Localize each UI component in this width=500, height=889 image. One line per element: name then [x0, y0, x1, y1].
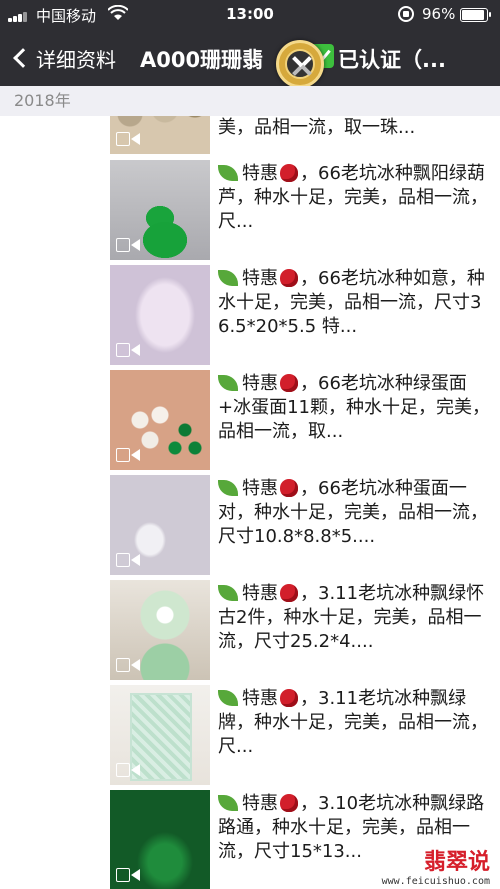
- leaf-emoji-icon: [218, 585, 238, 601]
- video-icon: [116, 868, 142, 882]
- rose-emoji-icon: [280, 584, 298, 602]
- orientation-lock-icon: [398, 6, 414, 22]
- item-text: 特惠 ，3.11老坑冰种飘绿牌，种水十足，完美，品相一流，尺...: [218, 688, 488, 757]
- item-text: 特惠 ，66老坑冰种如意，种水十足，完美，品相一流，尺寸36.5*20*5.5 特…: [218, 268, 485, 337]
- rose-emoji-icon: [280, 794, 298, 812]
- watermark-title: 翡翠说: [423, 850, 490, 875]
- leaf-emoji-icon: [218, 165, 238, 181]
- video-icon: [116, 658, 142, 672]
- video-icon: [116, 553, 142, 567]
- list-item[interactable]: 特惠 ，66老坑冰种如意，种水十足，完美，品相一流，尺寸36.5*20*5.5 特…: [110, 265, 500, 365]
- rose-emoji-icon: [280, 269, 298, 287]
- compass-icon[interactable]: [276, 40, 324, 88]
- list-item[interactable]: 特惠 ，3.11老坑冰种飘绿怀古2件，种水十足，完美，品相一流，尺寸25.2*4.…: [110, 580, 500, 680]
- watermark: 翡翠说 www.feicuishuo.com: [382, 844, 490, 887]
- video-thumbnail[interactable]: [110, 116, 210, 154]
- video-thumbnail[interactable]: [110, 370, 210, 470]
- back-button[interactable]: 详细资料: [8, 40, 116, 76]
- rose-emoji-icon: [280, 374, 298, 392]
- item-text: 特惠 ，3.11老坑冰种飘绿怀古2件，种水十足，完美，品相一流，尺寸25.2*4.…: [218, 583, 485, 652]
- video-thumbnail[interactable]: [110, 160, 210, 260]
- list-item[interactable]: 特惠 ，66老坑冰种飘阳绿葫芦，种水十足，完美，品相一流，尺...: [110, 160, 500, 260]
- battery-icon: [460, 8, 491, 22]
- list-item[interactable]: 特惠 ，3.11老坑冰种飘绿牌，种水十足，完美，品相一流，尺...: [110, 685, 500, 785]
- video-thumbnail[interactable]: [110, 475, 210, 575]
- rose-emoji-icon: [280, 689, 298, 707]
- video-icon: [116, 238, 142, 252]
- page-title: A000珊珊翡: [140, 48, 264, 72]
- item-text: 特惠 ，66老坑冰种蛋面一对，种水十足，完美，品相一流，尺寸10.8*8.8*5.…: [218, 478, 488, 547]
- rose-emoji-icon: [280, 164, 298, 182]
- status-bar: 中国移动 13:00 96%: [0, 0, 500, 30]
- list-item[interactable]: 美，品相一流，取一珠...: [110, 116, 500, 154]
- item-text: 特惠 ，66老坑冰种绿蛋面+冰蛋面11颗，种水十足，完美，品相一流，取...: [218, 373, 490, 442]
- list-item[interactable]: 特惠 ，66老坑冰种蛋面一对，种水十足，完美，品相一流，尺寸10.8*8.8*5.…: [110, 475, 500, 575]
- item-text: 美，品相一流，取一珠...: [218, 117, 416, 138]
- leaf-emoji-icon: [218, 270, 238, 286]
- item-text: 特惠 ，66老坑冰种飘阳绿葫芦，种水十足，完美，品相一流，尺...: [218, 163, 488, 232]
- verified-label: 已认证（...: [338, 48, 446, 72]
- leaf-emoji-icon: [218, 375, 238, 391]
- nav-bar: 详细资料 A000珊珊翡 已认证（...: [0, 30, 500, 88]
- video-thumbnail[interactable]: [110, 265, 210, 365]
- chevron-left-icon: [13, 48, 33, 68]
- video-icon: [116, 132, 142, 146]
- rose-emoji-icon: [280, 479, 298, 497]
- video-icon: [116, 343, 142, 357]
- video-thumbnail[interactable]: [110, 685, 210, 785]
- video-thumbnail[interactable]: [110, 580, 210, 680]
- battery-percent: 96%: [422, 5, 456, 23]
- watermark-url: www.feicuishuo.com: [381, 876, 490, 887]
- video-icon: [116, 448, 142, 462]
- leaf-emoji-icon: [218, 690, 238, 706]
- leaf-emoji-icon: [218, 795, 238, 811]
- video-icon: [116, 763, 142, 777]
- section-header-year: 2018年: [0, 86, 500, 116]
- moments-list: 美，品相一流，取一珠... 特惠 ，66老坑冰种飘阳绿葫芦，种水十足，完美，品相一…: [0, 116, 500, 889]
- list-item[interactable]: 特惠 ，66老坑冰种绿蛋面+冰蛋面11颗，种水十足，完美，品相一流，取...: [110, 370, 500, 470]
- leaf-emoji-icon: [218, 480, 238, 496]
- back-label: 详细资料: [36, 47, 116, 72]
- video-thumbnail[interactable]: [110, 790, 210, 889]
